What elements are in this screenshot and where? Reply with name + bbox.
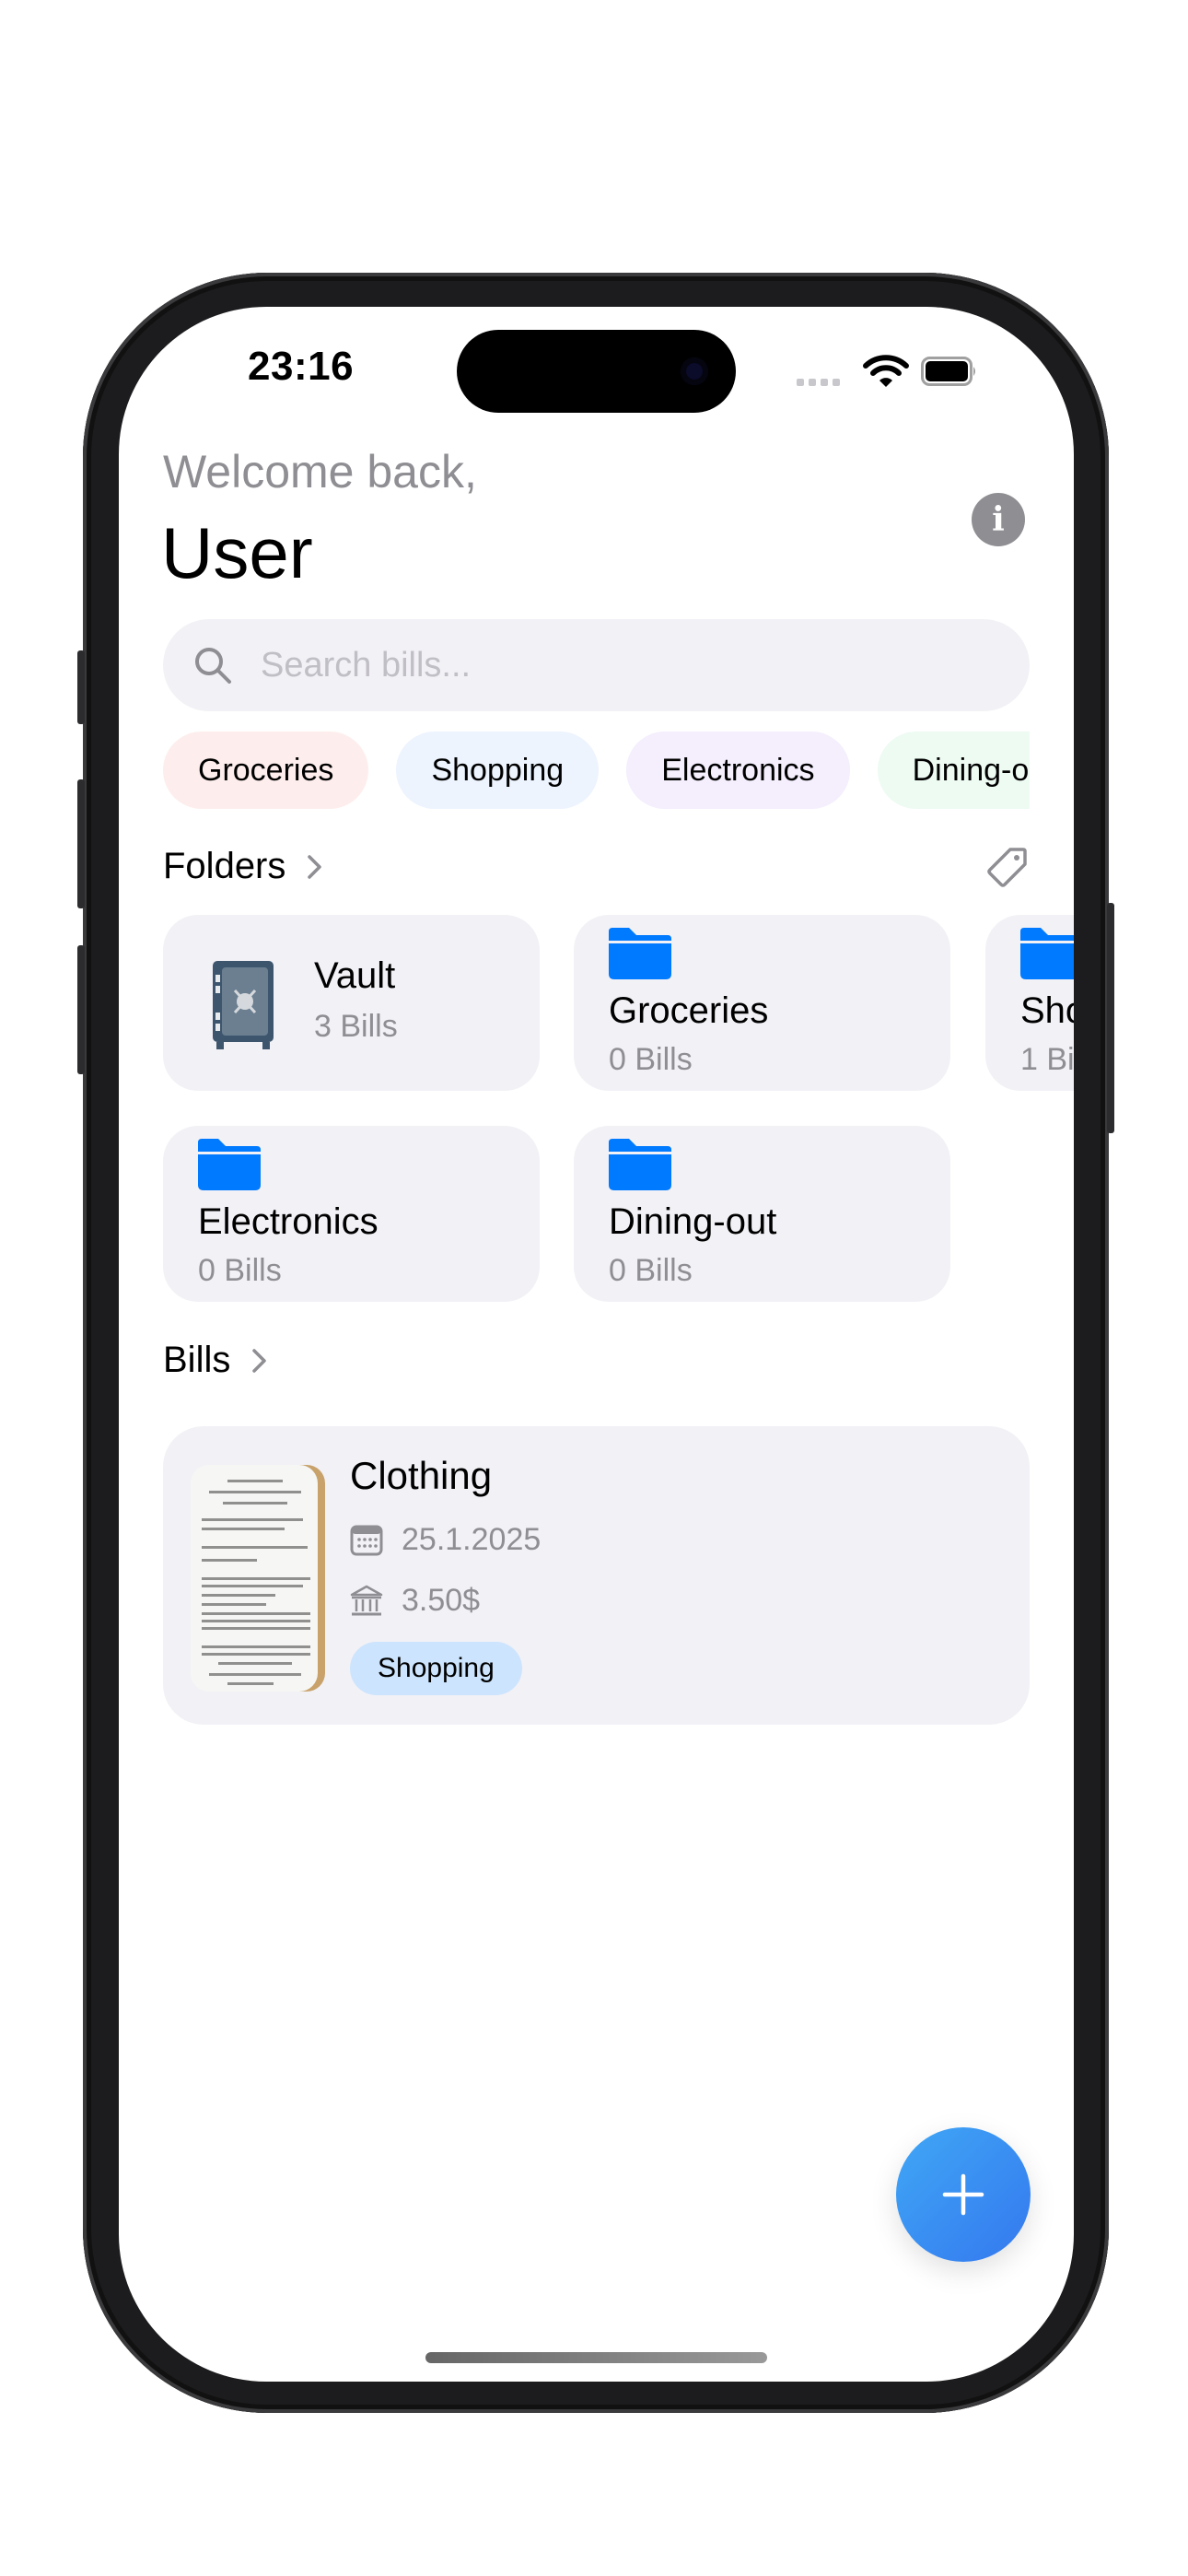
info-button[interactable]: i [972,493,1025,546]
bills-section-link[interactable]: Bills [163,1340,269,1381]
chip-label: Electronics [661,752,815,788]
folders-title: Folders [163,846,286,886]
bill-category-badge: Shopping [350,1642,522,1695]
folder-icon [198,1139,261,1190]
folder-count: 0 Bills [198,1253,282,1288]
signal-icon [797,379,840,386]
chevron-right-icon [252,1348,267,1373]
folder-name: Dining-out [609,1201,777,1242]
dynamic-island [457,330,736,413]
home-indicator[interactable] [425,2352,767,2363]
folder-count: 3 Bills [314,1009,398,1044]
bill-date-row: 25.1.2025 [350,1522,541,1558]
add-bill-button[interactable] [896,2127,1031,2262]
bill-amount: 3.50$ [402,1583,481,1618]
volume-down-button [77,945,85,1074]
chip-dining-out[interactable]: Dining-out [877,732,1030,809]
camera-icon [681,357,708,385]
bill-card[interactable]: Clothing 25.1.2025 3.50$ Shopping [163,1426,1030,1725]
bank-icon [350,1585,383,1615]
power-button [1107,903,1114,1133]
wifi-icon [863,355,909,387]
chip-groceries[interactable]: Groceries [163,732,369,809]
plus-icon [942,2173,984,2216]
folder-name: Vault [314,955,396,996]
search-icon [195,648,231,684]
folder-count: 0 Bills [609,1253,693,1288]
folder-icon [609,928,671,979]
chip-label: Dining-out [912,752,1030,788]
user-name-title: User [161,512,313,593]
folder-name: Electronics [198,1201,379,1242]
folder-icon [609,1139,671,1190]
calendar-icon [350,1525,383,1555]
chip-label: Shopping [431,752,565,788]
folder-name: Shopping [1020,990,1074,1031]
receipt-thumbnail [191,1465,325,1692]
chip-shopping[interactable]: Shopping [396,732,600,809]
folder-card-dining-out[interactable]: Dining-out 0 Bills [574,1126,950,1302]
chevron-right-icon [308,854,322,879]
search-bar[interactable] [163,619,1030,711]
vault-icon [213,961,274,1049]
folder-count: 1 Bill [1020,1042,1074,1077]
action-button [77,650,85,724]
welcome-text: Welcome back, [163,446,477,498]
battery-icon [921,357,975,386]
category-chip-row[interactable]: Groceries Shopping Electronics Dining-ou… [163,732,1030,809]
bill-date: 25.1.2025 [402,1522,542,1557]
folder-card-shopping[interactable]: Shopping 1 Bill [985,915,1074,1091]
folder-card-vault[interactable]: Vault 3 Bills [163,915,540,1091]
chip-label: Groceries [198,752,334,788]
tag-icon[interactable] [984,846,1029,890]
folder-card-electronics[interactable]: Electronics 0 Bills [163,1126,540,1302]
app-screen: 23:16 Welcome back, User i Groceries Sho… [119,307,1074,2382]
folder-count: 0 Bills [609,1042,693,1077]
search-input[interactable] [259,644,1030,686]
info-icon: i [992,500,1005,539]
volume-up-button [77,779,85,908]
folder-name: Groceries [609,990,769,1031]
bills-title: Bills [163,1340,231,1380]
chip-electronics[interactable]: Electronics [626,732,850,809]
folder-card-groceries[interactable]: Groceries 0 Bills [574,915,950,1091]
folder-icon [1020,928,1074,979]
folders-section-link[interactable]: Folders [163,846,324,887]
bill-title: Clothing [350,1454,493,1497]
bill-amount-row: 3.50$ [350,1583,480,1619]
status-time: 23:16 [248,344,355,389]
